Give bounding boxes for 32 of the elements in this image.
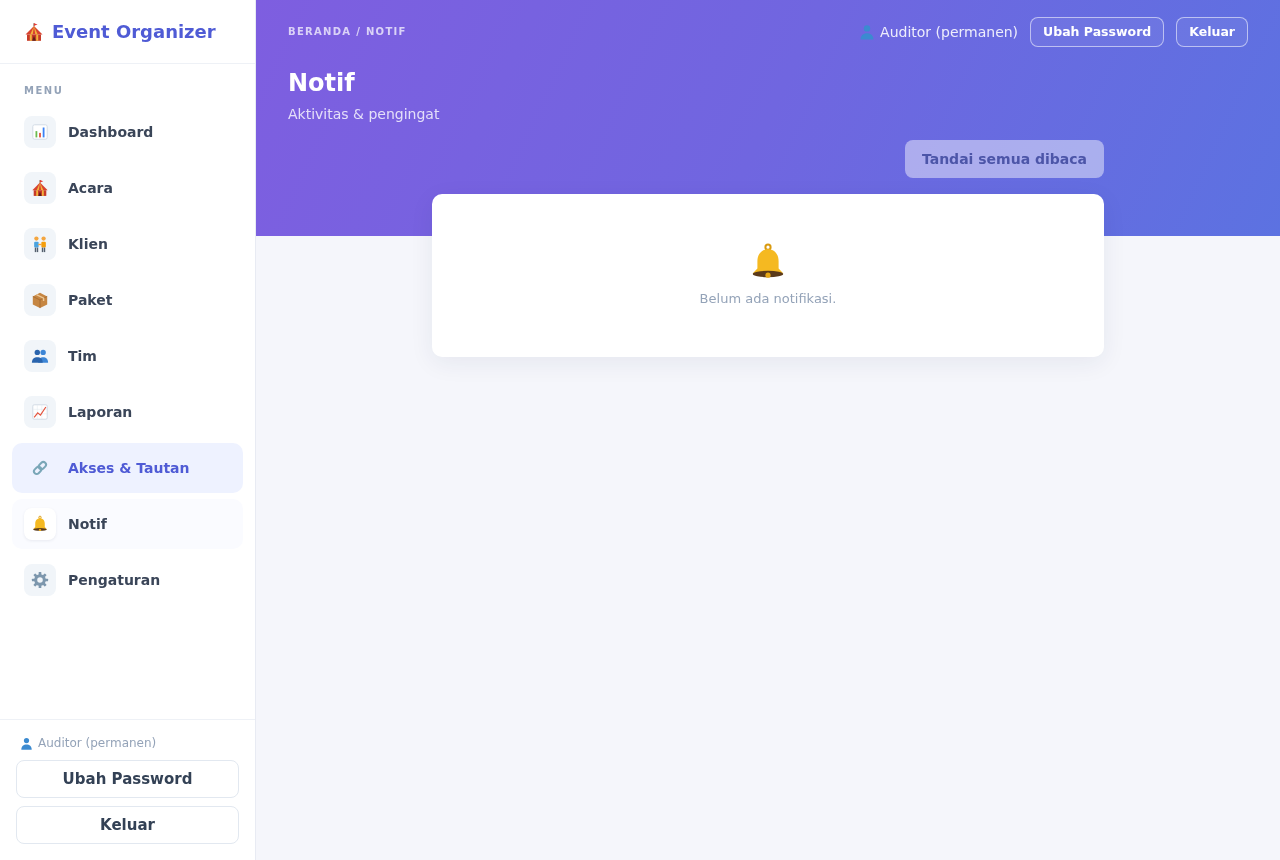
empty-message: Belum ada notifikasi. [699,290,837,307]
nav-item[interactable]: Klien [12,219,243,269]
nav-item[interactable]: Notif [12,499,243,549]
nav-item[interactable]: Pengaturan [12,555,243,605]
header-button[interactable]: Ubah Password [1030,16,1165,47]
nav-item[interactable]: Dashboard [12,107,243,157]
nav-item[interactable]: Akses & Tautan [12,443,243,493]
line-chart-icon [24,396,56,428]
user-icon [859,23,876,40]
header-button[interactable]: Keluar [1176,16,1248,47]
nav-item[interactable]: Laporan [12,387,243,437]
nav-item[interactable]: Acara [12,163,243,213]
bell-icon [24,508,56,540]
user-name: Auditor (permanen) [38,736,157,750]
bar-chart-icon [24,116,56,148]
two-people-icon [24,228,56,260]
page-title: Notif [288,68,355,98]
brand-name: Event Organizer [52,21,216,42]
sidebar-button[interactable]: Ubah Password [16,760,239,798]
user-icon [20,736,33,750]
user-name: Auditor (permanen) [880,23,1019,40]
users-icon [24,340,56,372]
package-icon [24,284,56,316]
page-subtitle: Aktivitas & pengingat [288,105,440,123]
nav-item[interactable]: Paket [12,275,243,325]
settings-icon [24,564,56,596]
sidebar-button[interactable]: Keluar [16,806,239,844]
tent-icon [24,21,44,42]
nav-item[interactable]: Tim [12,331,243,381]
tent-icon [24,172,56,204]
menu-label: MENU [24,84,64,98]
breadcrumb: BERANDA / NOTIF [288,26,407,37]
